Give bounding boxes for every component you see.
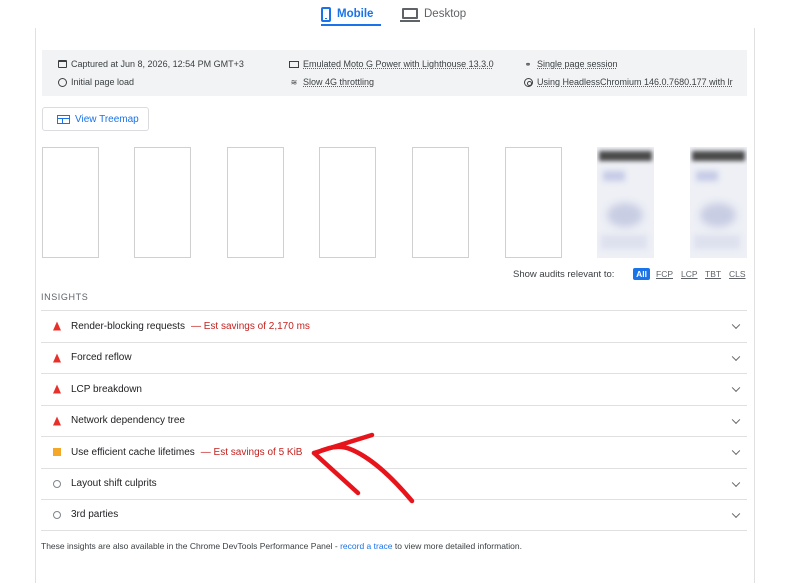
device-text: Emulated Moto G Power with Lighthouse 13… [303,59,494,69]
throttling-text: Slow 4G throttling [303,77,375,87]
tab-mobile-label: Mobile [337,8,374,20]
page-border-left [35,28,36,583]
chevron-down-icon[interactable] [731,383,741,393]
chevron-down-icon[interactable] [731,446,741,456]
stopwatch-icon [57,77,67,87]
record-trace-link[interactable]: record a trace [340,541,392,551]
insight-layout-shift[interactable]: Layout shift culprits [41,467,747,500]
insights-heading: INSIGHTS [41,292,89,302]
insight-title: LCP breakdown [71,383,142,395]
nodes-icon: ⚭ [524,59,532,69]
filmstrip-frame-rendered [690,147,747,258]
calendar-icon [57,59,67,69]
insight-title: Use efficient cache lifetimes — Est savin… [71,446,303,458]
device-icon [289,59,299,69]
tab-desktop-label: Desktop [424,8,467,20]
captured-time: Captured at Jun 8, 2026, 12:54 PM GMT+3 [57,59,244,69]
filter-chip-fcp[interactable]: FCP [656,269,673,279]
tab-desktop[interactable]: Desktop [400,0,474,28]
laptop-icon [400,7,420,22]
average-square-icon [53,448,61,457]
filter-chip-all[interactable]: All [633,268,650,280]
insight-title: Network dependency tree [71,415,185,427]
browser-text: Using HeadlessChromium 146.0.7680.177 wi… [537,77,733,87]
captured-text: Captured at Jun 8, 2026, 12:54 PM GMT+3 [71,59,244,69]
filter-chip-lcp[interactable]: LCP [681,269,698,279]
chevron-down-icon[interactable] [731,320,741,330]
browser-version[interactable]: Using HeadlessChromium 146.0.7680.177 wi… [523,77,733,87]
insight-savings: — Est savings of 5 KiB [200,446,303,458]
emulated-device[interactable]: Emulated Moto G Power with Lighthouse 13… [289,59,494,69]
fail-triangle-icon [53,384,61,394]
wifi-icon: ≋ [290,77,298,87]
chevron-down-icon[interactable] [731,509,741,518]
view-treemap-button[interactable]: View Treemap [42,107,149,131]
footnote-before: These insights are also available in the… [41,541,341,551]
load-text: Initial page load [71,77,135,87]
insights-list: Render-blocking requests — Est savings of… [41,310,747,531]
filter-chip-cls[interactable]: CLS [729,269,746,279]
insight-network-dependency[interactable]: Network dependency tree [41,404,747,437]
filmstrip-frame-rendered [597,147,654,258]
insight-savings: — Est savings of 2,170 ms [190,320,310,332]
network-throttling[interactable]: ≋ Slow 4G throttling [289,77,374,87]
insight-title: Forced reflow [71,352,132,364]
insight-render-blocking[interactable]: Render-blocking requests — Est savings of… [41,310,747,342]
fail-triangle-icon [53,353,61,363]
session-text: Single page session [537,59,618,69]
insight-lcp-breakdown[interactable]: LCP breakdown [41,373,747,405]
filmstrip-frame [42,147,99,258]
insights-footnote: These insights are also available in the… [41,541,522,551]
footnote-after: to view more detailed information. [392,541,522,551]
run-metadata-panel: Captured at Jun 8, 2026, 12:54 PM GMT+3 … [42,50,747,96]
filmstrip-frame [505,147,562,258]
treemap-icon [57,114,70,124]
page-border-right [754,28,755,583]
filmstrip-frame [319,147,376,258]
info-circle-icon [53,479,61,488]
audit-filter: Show audits relevant to: All FCP LCP TBT… [0,268,792,282]
session-type[interactable]: ⚭ Single page session [523,59,618,69]
fail-triangle-icon [53,321,61,331]
filmstrip-frame [134,147,191,258]
filmstrip-frame [227,147,284,258]
filter-chip-tbt[interactable]: TBT [705,269,721,279]
insight-title: 3rd parties [71,509,119,521]
filmstrip-frame [412,147,469,258]
chrome-icon [523,77,533,87]
insight-cache-lifetimes[interactable]: Use efficient cache lifetimes — Est savin… [41,436,747,468]
chevron-down-icon[interactable] [731,415,741,424]
info-circle-icon [53,510,61,519]
chevron-down-icon[interactable] [731,478,741,487]
tab-mobile[interactable]: Mobile [321,0,381,28]
insight-forced-reflow[interactable]: Forced reflow [41,341,747,374]
phone-icon [321,6,331,22]
device-tabs: Mobile Desktop [0,0,792,28]
chevron-down-icon[interactable] [731,352,741,361]
audit-filter-label: Show audits relevant to: [513,269,615,280]
load-type: Initial page load [57,77,134,87]
fail-triangle-icon [53,416,61,426]
insight-title: Render-blocking requests — Est savings of… [71,320,310,332]
insight-title: Layout shift culprits [71,478,157,490]
insight-third-parties[interactable]: 3rd parties [41,499,747,531]
view-treemap-label: View Treemap [75,113,139,125]
